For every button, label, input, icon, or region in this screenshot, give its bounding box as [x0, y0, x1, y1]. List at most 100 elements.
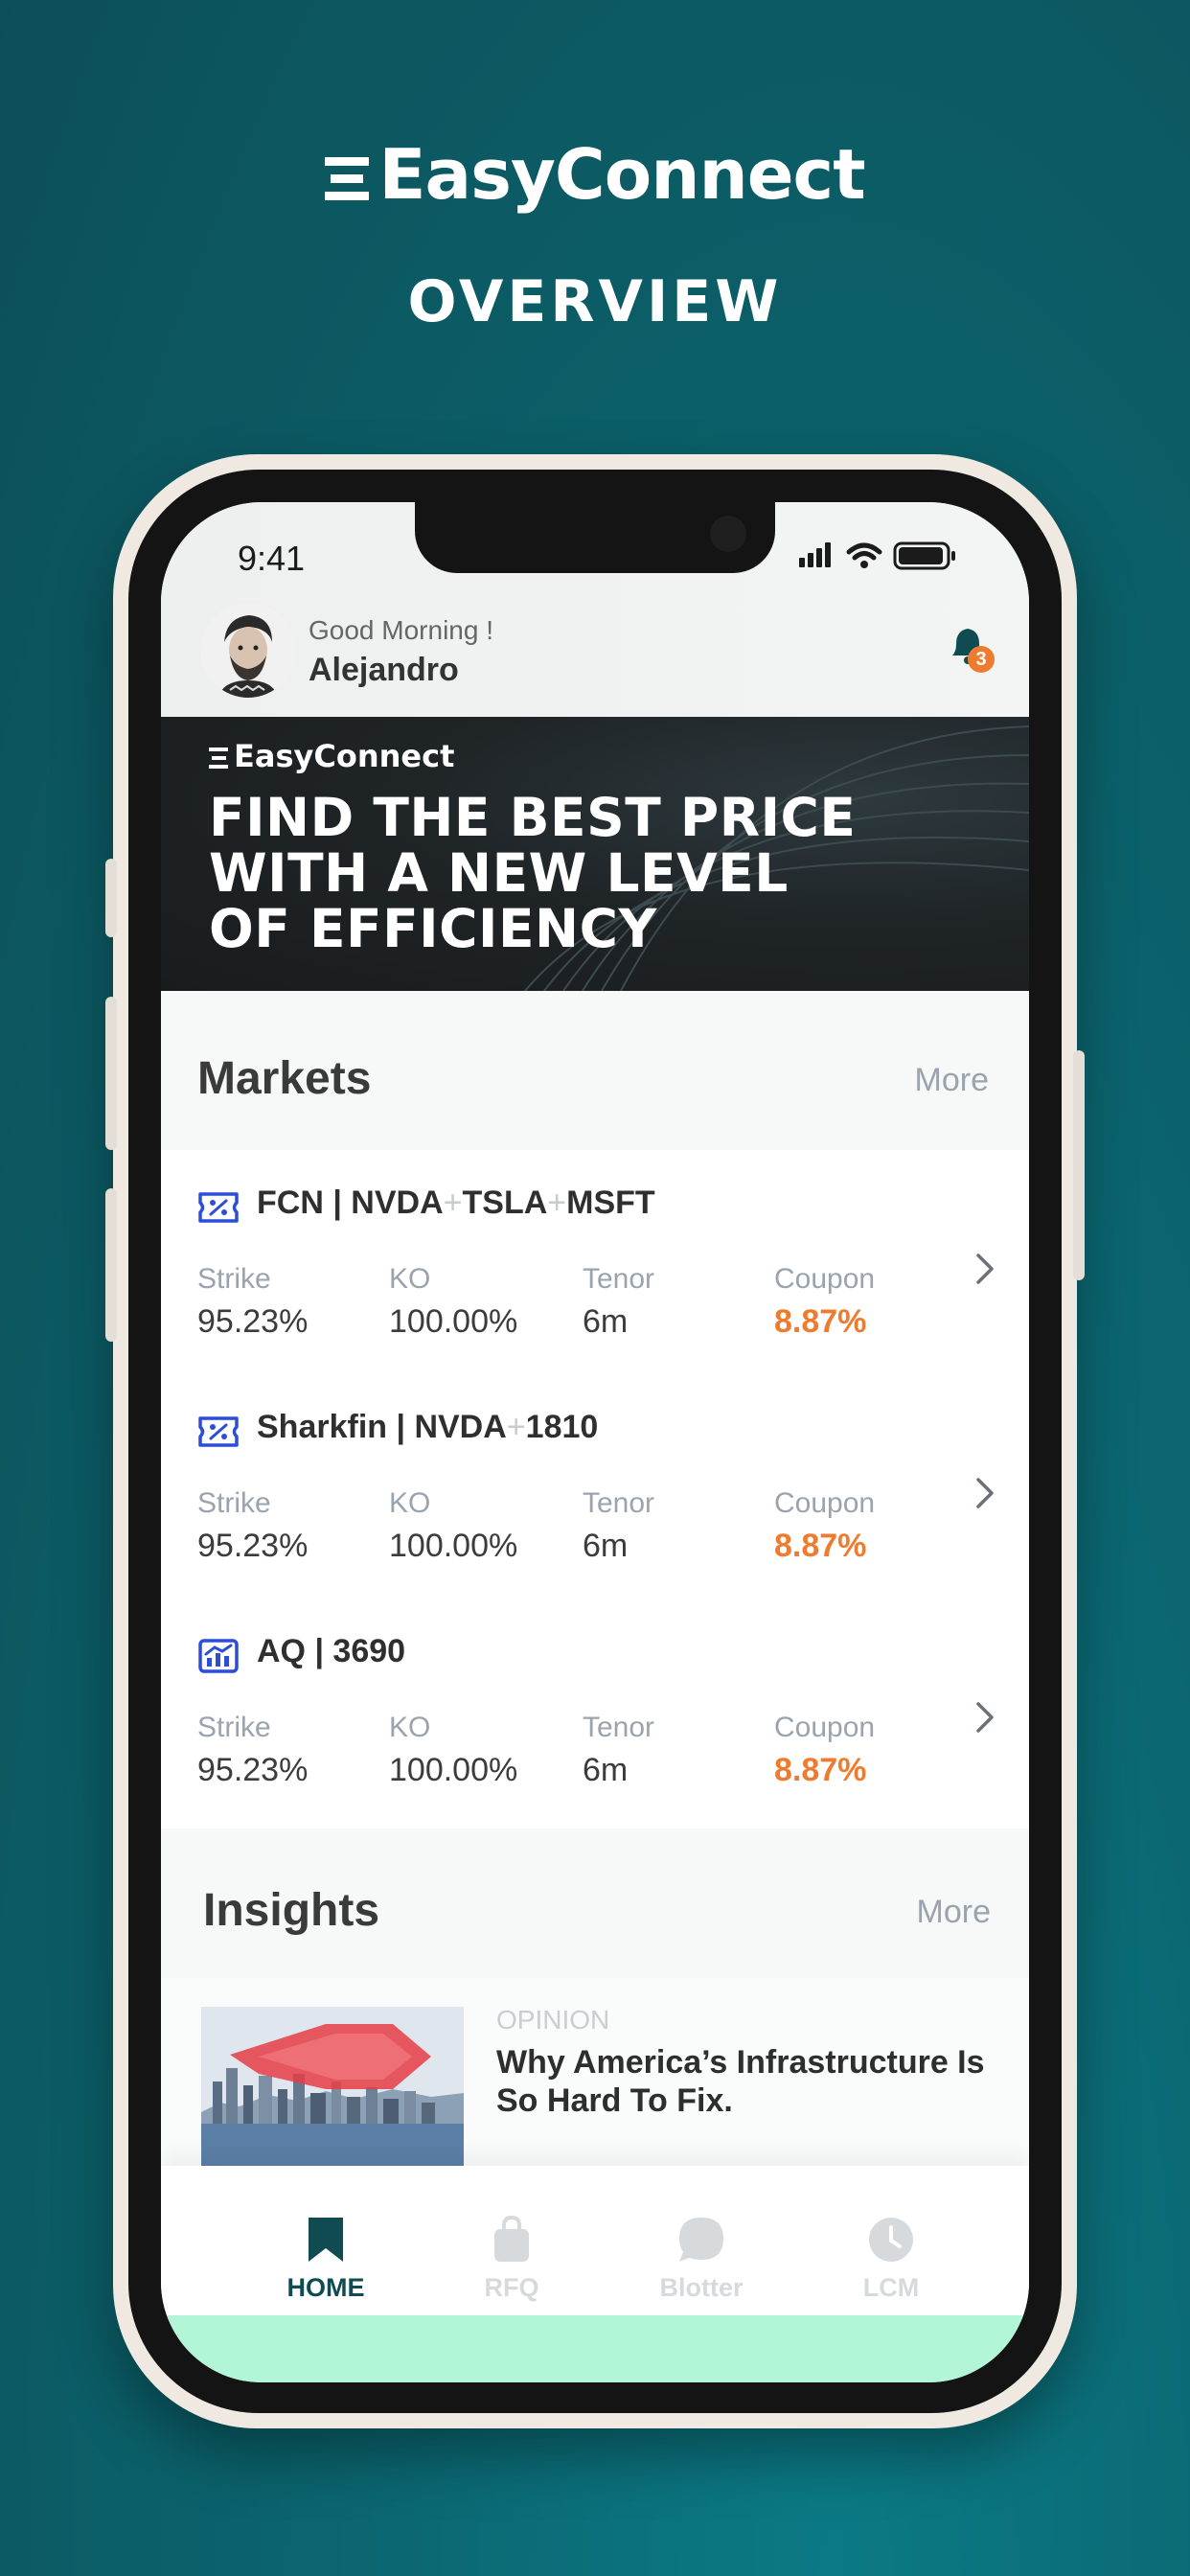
article-tag: OPINION	[496, 2005, 610, 2035]
market-title: Sharkfin | NVDA+1810	[257, 1409, 598, 1446]
insight-card[interactable]: OPINION Why America’s Infrastructure Is …	[161, 1978, 1029, 2170]
percent-ticket-icon	[198, 1192, 239, 1223]
market-separator: |	[323, 1184, 352, 1221]
stat-ko: KO 100.00%	[389, 1712, 517, 1789]
stat-value: 100.00%	[389, 1528, 518, 1564]
market-title: FCN | NVDA+TSLA+MSFT	[257, 1184, 655, 1222]
stat-coupon: Coupon 8.87%	[774, 1263, 875, 1341]
market-separator: |	[387, 1409, 415, 1445]
clock-icon	[869, 2218, 913, 2262]
article-title: Why America’s Infrastructure Is So Hard …	[496, 2044, 985, 2119]
stat-tenor: Tenor 6m	[583, 1487, 654, 1565]
stat-label: KO	[389, 1712, 431, 1743]
city-skyline-image	[201, 2007, 464, 2168]
stat-value: 6m	[583, 1752, 629, 1788]
stat-tenor: Tenor 6m	[583, 1712, 654, 1789]
notification-button[interactable]: 3	[941, 619, 998, 677]
tab-label: LCM	[862, 2273, 920, 2302]
banner-line-2: WITH A NEW LEVEL	[209, 842, 789, 904]
market-type: FCN	[257, 1184, 324, 1221]
banner-line-3: OF EFFICIENCY	[209, 898, 657, 959]
stat-label: Tenor	[583, 1712, 655, 1743]
power-button	[1073, 1050, 1085, 1280]
insights-title: Insights	[203, 1885, 380, 1936]
banner-brand-text: EasyConnect	[234, 738, 455, 774]
brand-mark-icon	[325, 157, 370, 201]
avatar-portrait-icon	[201, 604, 295, 698]
user-name: Alejandro	[309, 652, 459, 688]
stat-coupon: Coupon 8.87%	[774, 1712, 875, 1789]
notification-badge: 3	[968, 646, 995, 673]
stat-label: Coupon	[774, 1712, 876, 1743]
underlying: NVDA	[414, 1409, 507, 1445]
chevron-right-icon	[976, 1254, 994, 1284]
stat-value: 100.00%	[389, 1303, 518, 1340]
avatar[interactable]	[201, 604, 295, 698]
brand-mark-icon	[209, 748, 228, 769]
stat-label: Tenor	[583, 1487, 655, 1519]
banner-headline: FIND THE BEST PRICE WITH A NEW LEVEL OF …	[209, 790, 937, 956]
article-thumbnail	[201, 2007, 464, 2168]
stat-label: Strike	[197, 1263, 271, 1295]
bookmark-icon	[309, 2218, 343, 2262]
status-icons	[799, 537, 964, 580]
promo-brand: EasyConnect	[0, 134, 1190, 215]
tab-label: HOME	[286, 2273, 365, 2302]
market-item-aq[interactable]: AQ | 3690 Strike 95.23% KO 100.00% Tenor 6m…	[161, 1598, 1029, 1817]
stat-ko: KO 100.00%	[389, 1487, 517, 1565]
stat-value: 6m	[583, 1528, 629, 1564]
chevron-right-icon	[976, 1702, 994, 1733]
underlying: TSLA	[462, 1184, 548, 1221]
stat-value: 95.23%	[197, 1752, 309, 1788]
underlying: MSFT	[566, 1184, 655, 1221]
status-bar: 9:41	[161, 537, 1029, 594]
underlying: NVDA	[351, 1184, 444, 1221]
stat-label: Coupon	[774, 1487, 876, 1519]
market-type: AQ	[257, 1633, 306, 1669]
home-indicator-area	[161, 2315, 1029, 2382]
market-item-sharkfin[interactable]: Sharkfin | NVDA+1810 Strike 95.23% KO 100.…	[161, 1374, 1029, 1600]
tab-lcm[interactable]: LCM	[814, 2216, 968, 2303]
plus-separator: +	[547, 1184, 567, 1221]
promo-heading: OVERVIEW	[407, 268, 783, 335]
bar-chart-icon	[198, 1639, 239, 1673]
tab-label: RFQ	[484, 2273, 539, 2302]
stat-value: 6m	[583, 1303, 629, 1340]
banner-logo: EasyConnect	[209, 738, 454, 774]
bag-icon	[494, 2216, 529, 2262]
volume-down-button	[105, 1188, 117, 1342]
markets-more-link[interactable]: More	[915, 1062, 989, 1099]
stat-tenor: Tenor 6m	[583, 1263, 654, 1341]
promo-banner[interactable]: EasyConnect FIND THE BEST PRICE WITH A N…	[161, 717, 1029, 991]
tab-label: Blotter	[659, 2273, 744, 2302]
stat-label: Strike	[197, 1487, 271, 1519]
bottom-tab-bar: HOME RFQ Blotter LCM	[161, 2166, 1029, 2319]
tab-home[interactable]: HOME	[249, 2216, 402, 2303]
mute-switch	[105, 859, 117, 937]
stat-value: 8.87%	[774, 1303, 867, 1340]
stat-value: 8.87%	[774, 1528, 867, 1564]
stat-value: 100.00%	[389, 1752, 518, 1788]
volume-up-button	[105, 997, 117, 1150]
percent-ticket-icon	[198, 1416, 239, 1447]
signal-wifi-battery-icon	[799, 541, 955, 570]
markets-title: Markets	[197, 1053, 372, 1104]
insights-more-link[interactable]: More	[917, 1894, 991, 1931]
stat-strike: Strike 95.23%	[197, 1487, 308, 1565]
chevron-right-icon	[976, 1478, 994, 1508]
tab-blotter[interactable]: Blotter	[625, 2216, 778, 2303]
underlying: 1810	[525, 1409, 599, 1445]
app-screen: Good Morning ! Alejandro 3 9:41 EasyConn…	[161, 502, 1029, 2382]
stat-coupon: Coupon 8.87%	[774, 1487, 875, 1565]
promo-brand-text: EasyConnect	[378, 134, 865, 215]
stat-label: KO	[389, 1263, 431, 1295]
market-separator: |	[306, 1633, 333, 1669]
market-item-fcn[interactable]: FCN | NVDA+TSLA+MSFT Strike 95.23% KO 100.…	[161, 1150, 1029, 1376]
status-time: 9:41	[238, 539, 306, 578]
stat-ko: KO 100.00%	[389, 1263, 517, 1341]
tab-rfq[interactable]: RFQ	[435, 2216, 588, 2303]
plus-separator: +	[506, 1409, 526, 1445]
banner-line-1: FIND THE BEST PRICE	[209, 787, 857, 848]
stat-value: 95.23%	[197, 1303, 309, 1340]
underlying: 3690	[332, 1633, 406, 1669]
